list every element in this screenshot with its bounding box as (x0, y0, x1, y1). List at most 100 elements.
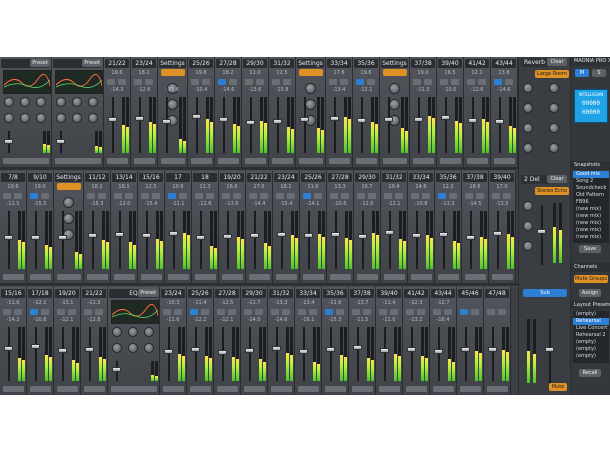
fader-track[interactable] (389, 211, 391, 269)
fader-track[interactable] (303, 327, 305, 381)
channel-select-button[interactable] (379, 386, 400, 392)
solo-button[interactable] (363, 309, 371, 315)
channel-select-button[interactable] (303, 274, 324, 280)
mute-button[interactable] (141, 193, 149, 199)
channel-select-button[interactable] (190, 386, 211, 392)
channel-select-button[interactable] (57, 274, 81, 280)
channel-name[interactable]: 9/10 (28, 173, 52, 182)
fader-handle[interactable] (4, 346, 13, 351)
channel-select-button[interactable] (325, 386, 346, 392)
solo-button[interactable] (174, 309, 182, 315)
solo-button[interactable] (98, 193, 106, 199)
mute-button[interactable] (3, 193, 11, 199)
channel-name[interactable]: 17 (166, 173, 190, 182)
channel-name[interactable]: 35/36 (323, 289, 347, 298)
channel-name[interactable]: 43/44 (492, 59, 516, 68)
list-item[interactable]: (new mix) (573, 206, 609, 213)
eq-knob[interactable] (56, 97, 66, 107)
channel-select-button[interactable] (411, 274, 432, 280)
channel-name[interactable]: 23/24 (274, 173, 298, 182)
channel-name[interactable]: 7/8 (1, 173, 25, 182)
fader-handle[interactable] (58, 348, 67, 353)
channel-select-button[interactable] (141, 274, 162, 280)
eq-preset-button[interactable]: Preset (30, 59, 50, 67)
mute-button[interactable] (190, 309, 198, 315)
solo-button[interactable] (395, 193, 403, 199)
channel-select-button[interactable] (413, 158, 434, 164)
mute-button[interactable] (329, 79, 337, 85)
fader-handle[interactable] (272, 346, 281, 351)
fader-handle[interactable] (330, 116, 339, 121)
mute-button[interactable] (325, 309, 333, 315)
fader-handle[interactable] (219, 117, 228, 122)
eq-knob[interactable] (20, 97, 30, 107)
channel-name[interactable]: 39/40 (377, 289, 401, 298)
eq-knob[interactable] (88, 97, 98, 107)
channel-name[interactable]: 37/38 (411, 59, 435, 68)
fader-track[interactable] (277, 97, 279, 153)
channel-select-button[interactable] (107, 158, 128, 164)
eq-knob[interactable] (20, 113, 30, 123)
fader-handle[interactable] (31, 235, 40, 240)
mute-button[interactable] (134, 79, 142, 85)
solo-button[interactable] (282, 309, 290, 315)
list-item[interactable]: Live Concert (573, 325, 609, 332)
channel-select-button[interactable] (3, 386, 24, 392)
fader-track[interactable] (173, 211, 175, 269)
mute-button[interactable] (271, 309, 279, 315)
settings-knob[interactable] (63, 213, 74, 224)
fader-track[interactable] (35, 211, 37, 269)
mute-button[interactable] (487, 309, 495, 315)
mute-button[interactable] (411, 193, 419, 199)
mute-button[interactable] (222, 193, 230, 199)
fader-handle[interactable] (493, 231, 502, 236)
solo-button[interactable] (340, 79, 348, 85)
fader-handle[interactable] (196, 235, 205, 240)
channel-select-button[interactable] (494, 158, 515, 164)
fader-handle[interactable] (108, 117, 117, 122)
mute-button[interactable] (467, 79, 475, 85)
solo-button[interactable] (287, 193, 295, 199)
settings-knob[interactable] (167, 99, 178, 110)
fader-handle[interactable] (434, 349, 443, 354)
eq-knob[interactable] (4, 97, 14, 107)
fader-track[interactable] (499, 97, 501, 153)
eq-knob[interactable] (36, 97, 46, 107)
channel-select-button[interactable] (356, 158, 377, 164)
fader-track[interactable] (335, 211, 337, 269)
channel-name[interactable]: 15/16 (139, 173, 163, 182)
bus-reverb-clear-button[interactable]: Clear (547, 58, 567, 66)
channel-name[interactable]: 37/38 (350, 289, 374, 298)
solo-button[interactable] (95, 309, 103, 315)
eq-knob[interactable] (128, 343, 138, 353)
fader-track[interactable] (438, 327, 440, 381)
mute-button[interactable] (352, 309, 360, 315)
channel-name[interactable]: 15/16 (1, 289, 25, 298)
fader-handle[interactable] (4, 235, 13, 240)
fader-handle[interactable] (169, 231, 178, 236)
mute-button[interactable] (84, 309, 92, 315)
settings-stereo-button[interactable] (383, 69, 407, 76)
solo-button[interactable] (68, 309, 76, 315)
list-item[interactable]: FB96 (573, 199, 609, 206)
channel-select-button[interactable] (492, 274, 513, 280)
channel-name[interactable]: 17/18 (28, 289, 52, 298)
fader-track[interactable] (445, 97, 447, 153)
fader-handle[interactable] (495, 119, 504, 124)
solo-button[interactable] (202, 79, 210, 85)
channel-name[interactable]: 25/26 (188, 289, 212, 298)
channel-name[interactable]: 21/22 (105, 59, 129, 68)
solo-button[interactable] (444, 309, 452, 315)
mute-button[interactable] (276, 193, 284, 199)
fader-track[interactable] (334, 97, 336, 153)
channel-name[interactable]: 25/26 (301, 173, 325, 182)
list-item[interactable]: Soundcheck (573, 185, 609, 192)
channel-name[interactable]: Settings (381, 59, 408, 68)
solo-button[interactable] (228, 309, 236, 315)
channel-select-button[interactable] (271, 386, 292, 392)
fader-track[interactable] (281, 211, 283, 269)
mute-button[interactable] (87, 193, 95, 199)
channel-name[interactable]: 41/42 (404, 289, 428, 298)
fader-track[interactable] (418, 97, 420, 153)
fader-track[interactable] (8, 211, 10, 269)
